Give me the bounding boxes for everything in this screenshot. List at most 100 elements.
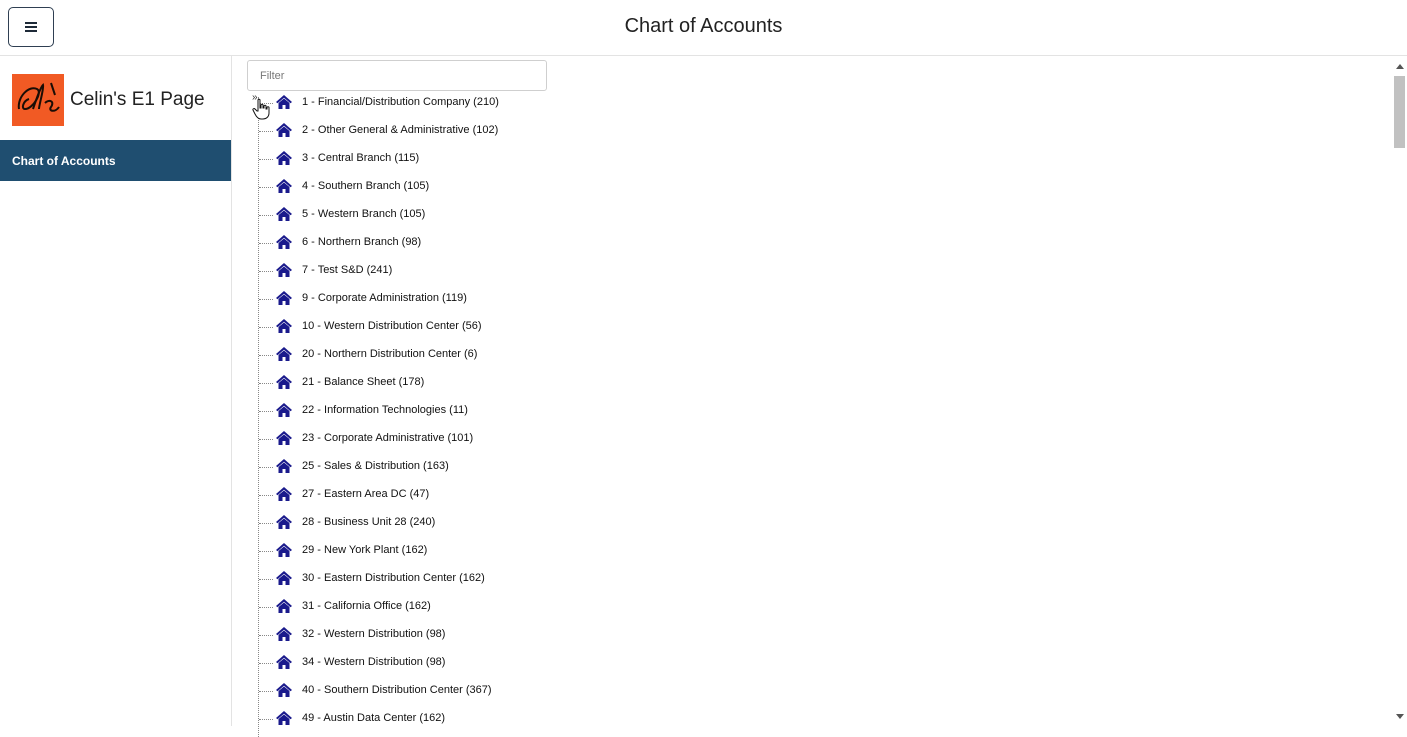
- vertical-scrollbar[interactable]: [1392, 56, 1407, 726]
- tree-connector: [259, 495, 273, 496]
- tree-node[interactable]: 23 - Corporate Administrative (101): [232, 425, 832, 453]
- tree-connector: [259, 663, 273, 664]
- tree-node-label[interactable]: 2 - Other General & Administrative (102): [302, 124, 498, 136]
- tree-node[interactable]: 34 - Western Distribution (98): [232, 649, 832, 677]
- home-icon: [276, 123, 292, 137]
- main-content: » 1 - Financial/Distribution Company (21…: [232, 56, 1392, 737]
- tree-node-label[interactable]: 6 - Northern Branch (98): [302, 236, 421, 248]
- tree-connector: [259, 411, 273, 412]
- tree-node-label[interactable]: 5 - Western Branch (105): [302, 208, 425, 220]
- tree-connector: [259, 635, 273, 636]
- top-bar: Chart of Accounts: [0, 0, 1407, 56]
- brand-name: Celin's E1 Page: [70, 89, 205, 110]
- tree-node[interactable]: 21 - Balance Sheet (178): [232, 369, 832, 397]
- filter-input[interactable]: [247, 60, 547, 91]
- tree-node[interactable]: 27 - Eastern Area DC (47): [232, 481, 832, 509]
- tree-connector: [259, 439, 273, 440]
- home-icon: [276, 599, 292, 613]
- tree-node[interactable]: 31 - California Office (162): [232, 593, 832, 621]
- home-icon: [276, 263, 292, 277]
- tree-node[interactable]: 7 - Test S&D (241): [232, 257, 832, 285]
- tree-connector: [259, 551, 273, 552]
- tree-node-label[interactable]: 22 - Information Technologies (11): [302, 404, 468, 416]
- home-icon: [276, 179, 292, 193]
- brand: Celin's E1 Page: [12, 74, 205, 126]
- home-icon: [276, 487, 292, 501]
- tree-node-label[interactable]: 29 - New York Plant (162): [302, 544, 427, 556]
- tree-node[interactable]: 40 - Southern Distribution Center (367): [232, 677, 832, 705]
- tree-node[interactable]: 20 - Northern Distribution Center (6): [232, 341, 832, 369]
- tree-connector: [259, 523, 273, 524]
- tree-node-label[interactable]: 25 - Sales & Distribution (163): [302, 460, 449, 472]
- scroll-thumb[interactable]: [1394, 76, 1405, 148]
- tree-node-label[interactable]: 1 - Financial/Distribution Company (210): [302, 96, 499, 108]
- tree-node-label[interactable]: 34 - Western Distribution (98): [302, 656, 445, 668]
- scroll-up-icon[interactable]: [1396, 64, 1404, 69]
- page-title: Chart of Accounts: [624, 15, 783, 37]
- tree-node[interactable]: 30 - Eastern Distribution Center (162): [232, 565, 832, 593]
- tree-node[interactable]: 3 - Central Branch (115): [232, 145, 832, 173]
- scroll-down-icon[interactable]: [1396, 714, 1404, 719]
- tree-connector: [259, 691, 273, 692]
- home-icon: [276, 207, 292, 221]
- tree-node[interactable]: 2 - Other General & Administrative (102): [232, 117, 832, 145]
- tree-connector: [259, 579, 273, 580]
- tree-connector: [259, 271, 273, 272]
- logo-signature-icon: [17, 82, 60, 112]
- home-icon: [276, 571, 292, 585]
- home-icon: [276, 655, 292, 669]
- tree-node[interactable]: 49 - Austin Data Center (162): [232, 705, 832, 733]
- tree-node-label[interactable]: 20 - Northern Distribution Center (6): [302, 348, 477, 360]
- tree-node[interactable]: 29 - New York Plant (162): [232, 537, 832, 565]
- tree-node[interactable]: 4 - Southern Branch (105): [232, 173, 832, 201]
- tree-node[interactable]: 28 - Business Unit 28 (240): [232, 509, 832, 537]
- tree-node-label[interactable]: 27 - Eastern Area DC (47): [302, 488, 429, 500]
- tree-node-label[interactable]: 9 - Corporate Administration (119): [302, 292, 467, 304]
- tree-node-label[interactable]: 23 - Corporate Administrative (101): [302, 432, 473, 444]
- tree-node[interactable]: 25 - Sales & Distribution (163): [232, 453, 832, 481]
- home-icon: [276, 291, 292, 305]
- tree-node[interactable]: 5 - Western Branch (105): [232, 201, 832, 229]
- tree-connector: [259, 131, 273, 132]
- home-icon: [276, 459, 292, 473]
- tree-node-label[interactable]: 32 - Western Distribution (98): [302, 628, 445, 640]
- home-icon: [276, 683, 292, 697]
- home-icon: [276, 95, 292, 109]
- home-icon: [276, 543, 292, 557]
- home-icon: [276, 375, 292, 389]
- home-icon: [276, 711, 292, 725]
- tree-node-label[interactable]: 31 - California Office (162): [302, 600, 431, 612]
- tree-node-label[interactable]: 3 - Central Branch (115): [302, 152, 419, 164]
- tree-node[interactable]: 10 - Western Distribution Center (56): [232, 313, 832, 341]
- tree-node-label[interactable]: 7 - Test S&D (241): [302, 264, 392, 276]
- tree-connector: [259, 383, 273, 384]
- tree-node-label[interactable]: 28 - Business Unit 28 (240): [302, 516, 435, 528]
- tree-node-label[interactable]: 21 - Balance Sheet (178): [302, 376, 424, 388]
- tree-connector: [259, 159, 273, 160]
- tree-connector: [259, 327, 273, 328]
- hand-cursor-icon: [252, 98, 270, 120]
- home-icon: [276, 431, 292, 445]
- home-icon: [276, 151, 292, 165]
- tree-node[interactable]: 32 - Western Distribution (98): [232, 621, 832, 649]
- tree-connector: [259, 215, 273, 216]
- tree-connector: [259, 299, 273, 300]
- home-icon: [276, 319, 292, 333]
- tree-node-label[interactable]: 4 - Southern Branch (105): [302, 180, 429, 192]
- tree-node[interactable]: 22 - Information Technologies (11): [232, 397, 832, 425]
- home-icon: [276, 403, 292, 417]
- tree-node-label[interactable]: 30 - Eastern Distribution Center (162): [302, 572, 485, 584]
- tree-connector: [259, 607, 273, 608]
- tree-node[interactable]: 1 - Financial/Distribution Company (210): [232, 89, 832, 117]
- tree-node-label[interactable]: 40 - Southern Distribution Center (367): [302, 684, 492, 696]
- sidebar-item-chart-of-accounts[interactable]: Chart of Accounts: [0, 140, 231, 181]
- home-icon: [276, 515, 292, 529]
- home-icon: [276, 347, 292, 361]
- tree-connector: [259, 355, 273, 356]
- tree-node-label[interactable]: 49 - Austin Data Center (162): [302, 712, 445, 724]
- tree-node[interactable]: 6 - Northern Branch (98): [232, 229, 832, 257]
- home-icon: [276, 627, 292, 641]
- tree-node[interactable]: 9 - Corporate Administration (119): [232, 285, 832, 313]
- brand-logo: [12, 74, 64, 126]
- tree-node-label[interactable]: 10 - Western Distribution Center (56): [302, 320, 482, 332]
